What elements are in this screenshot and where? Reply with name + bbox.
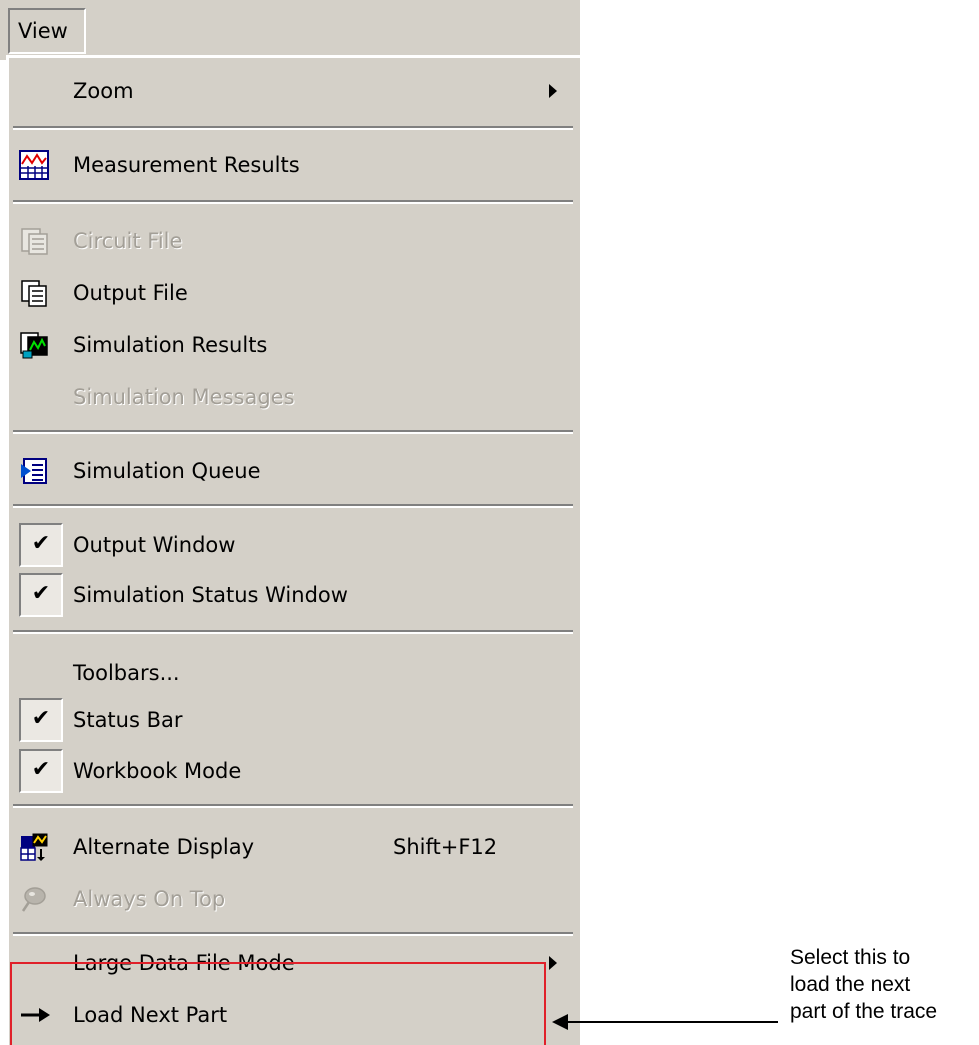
simulation-results-icon: [19, 330, 49, 360]
menu-item-simulation-status-window[interactable]: ✔ Simulation Status Window: [9, 570, 577, 620]
shortcut-label: Shift+F12: [393, 835, 498, 859]
menu-item-simulation-messages: Simulation Messages: [9, 372, 577, 422]
menu-item-label: Circuit File: [73, 229, 183, 253]
submenu-arrow-icon: [549, 956, 557, 970]
output-file-icon: [19, 278, 49, 308]
menu-item-measurement-results[interactable]: Measurement Results: [9, 140, 577, 190]
menu-item-label: Workbook Mode: [73, 759, 242, 783]
annotation-line: Select this to: [790, 946, 911, 969]
waveform-grid-icon: [19, 150, 49, 180]
menu-item-always-on-top: Always On Top: [9, 874, 577, 924]
annotation-callout: Select this to load the next part of the…: [790, 944, 979, 1025]
menu-bar: View: [0, 0, 580, 60]
menu-item-label: Measurement Results: [73, 153, 300, 177]
menu-item-label: Zoom: [73, 79, 134, 103]
view-menu-dropdown: Zoom Measurement Results Circuit File Ou…: [6, 55, 580, 1045]
menu-item-label: Always On Top: [73, 887, 226, 911]
menu-separator: [13, 932, 573, 936]
menu-item-simulation-queue[interactable]: Simulation Queue: [9, 446, 577, 496]
menu-item-label: Status Bar: [73, 708, 183, 732]
menu-separator: [13, 504, 573, 508]
menu-item-circuit-file: Circuit File: [9, 216, 577, 266]
menu-item-status-bar[interactable]: ✔ Status Bar: [9, 695, 577, 745]
circuit-file-icon: [19, 226, 49, 256]
menu-separator: [13, 630, 573, 634]
menu-item-label: Output File: [73, 281, 188, 305]
menu-item-simulation-results[interactable]: Simulation Results: [9, 320, 577, 370]
menu-item-alternate-display[interactable]: Alternate Display Shift+F12: [9, 822, 577, 872]
menu-item-output-file[interactable]: Output File: [9, 268, 577, 318]
checkmark-icon: ✔: [19, 749, 63, 793]
menu-item-workbook-mode[interactable]: ✔ Workbook Mode: [9, 746, 577, 796]
menu-item-label: Simulation Queue: [73, 459, 261, 483]
queue-list-icon: [19, 456, 49, 486]
checkmark-icon: ✔: [19, 523, 63, 567]
menu-separator: [13, 126, 573, 130]
menu-separator: [13, 430, 573, 434]
checkmark-icon: ✔: [19, 698, 63, 742]
menu-item-toolbars[interactable]: Toolbars...: [9, 648, 577, 698]
checkmark-icon: ✔: [19, 573, 63, 617]
alternate-display-icon: [19, 832, 49, 862]
submenu-arrow-icon: [549, 84, 557, 98]
menu-item-label: Alternate Display: [73, 835, 255, 859]
menu-item-zoom[interactable]: Zoom: [9, 66, 577, 116]
highlight-box: [10, 962, 546, 1045]
menu-item-label: Toolbars...: [73, 661, 180, 685]
pointer-line: [566, 1021, 778, 1023]
pin-icon: [19, 884, 49, 914]
view-menu-button[interactable]: View: [8, 8, 86, 54]
menu-item-label: Simulation Messages: [73, 385, 295, 409]
annotation-line: part of the trace: [790, 1000, 938, 1023]
menu-item-label: Output Window: [73, 533, 236, 557]
menu-item-label: Simulation Status Window: [73, 583, 348, 607]
menu-item-label: Simulation Results: [73, 333, 268, 357]
menu-separator: [13, 804, 573, 808]
menu-item-output-window[interactable]: ✔ Output Window: [9, 520, 577, 570]
annotation-line: load the next: [790, 973, 911, 996]
menu-separator: [13, 200, 573, 204]
